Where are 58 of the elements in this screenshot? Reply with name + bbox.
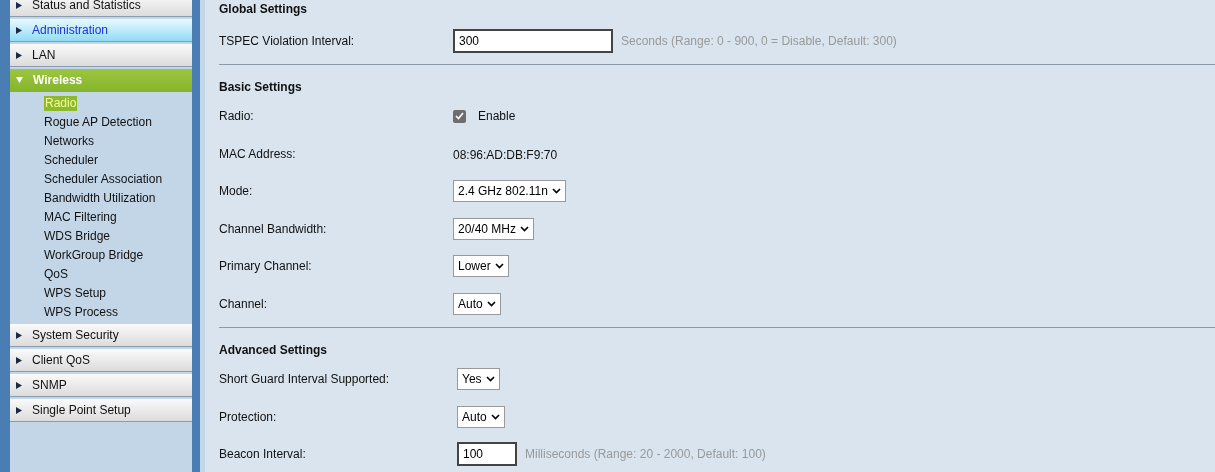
caret-right-icon (16, 381, 22, 389)
nav-section[interactable]: Status and Statistics (10, 0, 192, 17)
dropdown[interactable]: Auto (457, 405, 505, 428)
chevron-down-icon (486, 300, 496, 307)
field-label: Radio: (219, 108, 255, 126)
dropdown[interactable]: Yes (457, 368, 500, 391)
caret-right-icon (16, 356, 22, 364)
checkbox[interactable] (453, 109, 466, 123)
nav-link[interactable]: Scheduler Association (44, 172, 163, 187)
caret-right-icon (16, 51, 22, 59)
section-heading: Global Settings (219, 1, 308, 18)
nav-link[interactable]: WorkGroup Bridge (44, 248, 144, 263)
nav-link[interactable]: MAC Filtering (44, 210, 117, 225)
text-field[interactable]: 300 (453, 28, 613, 53)
nav-section[interactable]: LAN (10, 44, 192, 67)
chevron-down-icon (520, 225, 530, 232)
nav-link[interactable]: WPS Process (44, 305, 118, 320)
nav-link[interactable]: Rogue AP Detection (44, 115, 152, 130)
nav-link[interactable]: Networks (44, 134, 94, 149)
caret-right-icon (16, 26, 22, 34)
text-field[interactable]: 100 (457, 442, 517, 467)
field-label: Mode: (219, 183, 254, 201)
field-label: Channel: (219, 295, 269, 313)
chevron-down-icon (551, 188, 561, 195)
nav-section[interactable]: System Security (10, 324, 192, 347)
field-label: Channel Bandwidth: (219, 220, 328, 238)
dropdown[interactable]: Lower (453, 255, 509, 278)
section-heading: Advanced Settings (219, 341, 329, 359)
nav-link[interactable]: WDS Bridge (44, 229, 111, 244)
nav-link[interactable]: Scheduler (44, 153, 99, 168)
dropdown[interactable]: 20/40 MHz (453, 217, 535, 240)
section-heading: Basic Settings (219, 78, 303, 96)
dropdown[interactable]: Auto (453, 292, 501, 315)
checkbox-label: Enable (478, 108, 516, 126)
caret-right-icon (16, 1, 22, 9)
nav-link[interactable]: WPS Setup (44, 286, 107, 301)
dropdown[interactable]: 2.4 GHz 802.11n (453, 180, 566, 203)
field-label: Primary Channel: (219, 258, 313, 276)
field-label: MAC Address: (219, 145, 297, 163)
caret-right-icon (16, 331, 22, 339)
nav-section[interactable]: Client QoS (10, 349, 192, 372)
nav-section[interactable]: Single Point Setup (10, 399, 192, 422)
nav-section[interactable]: SNMP (10, 374, 192, 397)
caret-down-icon (16, 77, 23, 83)
caret-right-icon (16, 406, 22, 414)
nav-link[interactable]: QoS (44, 267, 68, 282)
field-label: Short Guard Interval Supported: (219, 371, 391, 389)
field-label: TSPEC Violation Interval: (219, 32, 356, 50)
hint-text: Seconds (Range: 0 - 900, 0 = Disable, Default: 300) (621, 32, 897, 50)
field-label: Protection: (219, 408, 278, 426)
chevron-down-icon (490, 413, 500, 420)
mac-address-value: 08:96:AD:DB:F9:70 (453, 147, 558, 162)
hint-text: Milliseconds (Range: 20 - 2000, Default: 100) (525, 446, 766, 464)
chevron-down-icon (494, 263, 504, 270)
field-label: Beacon Interval: (219, 446, 307, 464)
nav-link[interactable]: Bandwidth Utilization (44, 191, 156, 206)
chevron-down-icon (485, 376, 495, 383)
nav-section[interactable]: Administration (10, 19, 192, 42)
